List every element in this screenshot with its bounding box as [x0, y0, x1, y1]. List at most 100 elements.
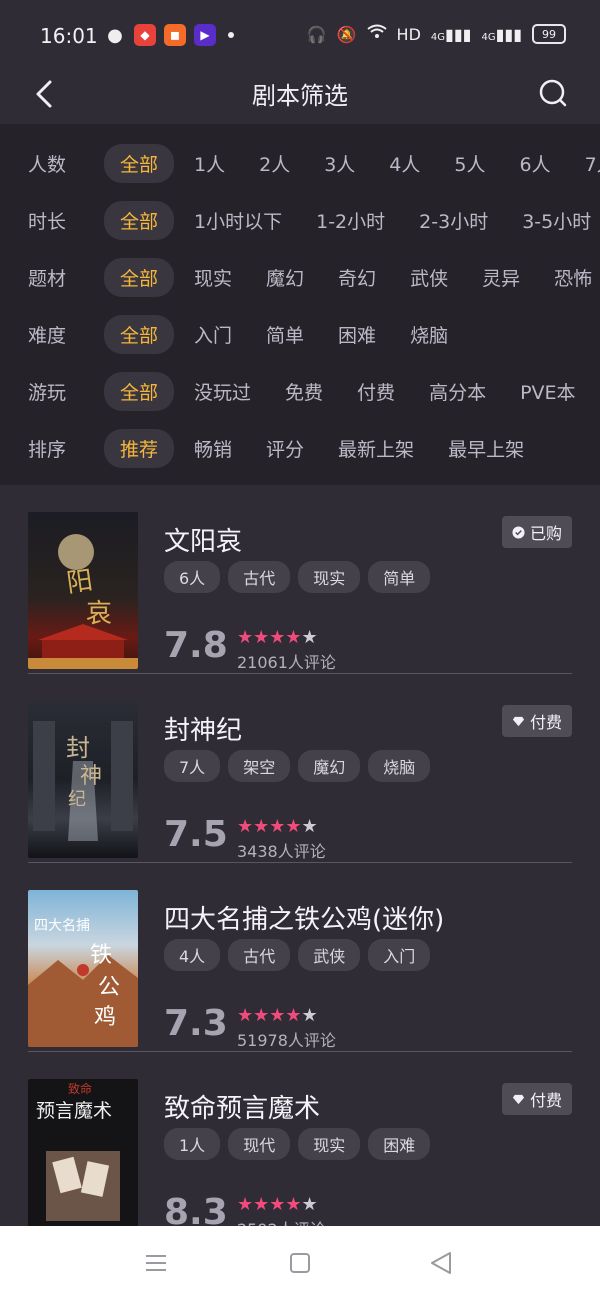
filter-option[interactable]: 高分本 — [415, 372, 500, 411]
triangle-back-icon — [431, 1252, 451, 1274]
svg-text:阳: 阳 — [65, 566, 95, 599]
notification-icons: ● ◆ ◼ ▶ — [104, 24, 234, 46]
filter-option[interactable]: 2-3小时 — [405, 201, 502, 240]
system-back-button[interactable] — [424, 1248, 460, 1278]
filter-option[interactable]: 全部 — [104, 372, 175, 411]
filter-option[interactable]: 全部 — [104, 315, 175, 354]
home-button[interactable] — [282, 1248, 318, 1278]
filter-option[interactable]: 入门 — [180, 315, 246, 354]
filter-option[interactable]: 3人 — [310, 144, 369, 183]
filter-option[interactable]: 7人 — [571, 144, 600, 183]
more-notifications-dot — [228, 32, 234, 38]
filter-option[interactable]: 4人 — [375, 144, 434, 183]
tag-list: 4人 古代 武侠 入门 — [164, 939, 431, 971]
filter-option[interactable]: 1-2小时 — [302, 201, 399, 240]
filter-options: 全部 1人 2人 3人 4人 5人 6人 7人 — [104, 144, 600, 183]
status-time: 16:01 — [40, 24, 98, 48]
diamond-icon — [512, 716, 525, 726]
filter-option[interactable]: 评分 — [252, 429, 318, 468]
star-rating: ★★★★★ — [237, 1005, 318, 1026]
cover-image: 四大名捕 铁 公 鸡 — [28, 890, 138, 1047]
filter-label: 游玩 — [28, 382, 67, 404]
filter-options: 全部 没玩过 免费 付费 高分本 PVE本 — [104, 372, 596, 411]
tag-list: 1人 现代 现实 困难 — [164, 1128, 431, 1160]
svg-text:预言魔术: 预言魔术 — [36, 1100, 112, 1122]
filter-option[interactable]: 简单 — [252, 315, 318, 354]
filter-option[interactable]: 2人 — [245, 144, 304, 183]
filter-option[interactable]: 武侠 — [396, 258, 462, 297]
app-icon-purple: ▶ — [194, 24, 216, 46]
review-count: 21061人评论 — [237, 653, 336, 672]
item-title: 致命预言魔术 — [164, 1094, 321, 1124]
filter-label: 人数 — [28, 154, 67, 176]
filter-option[interactable]: 全部 — [104, 144, 175, 183]
filter-panel: 人数 全部 1人 2人 3人 4人 5人 6人 7人 时长 全部 1小时以下 1… — [0, 124, 600, 485]
item-title: 四大名捕之铁公鸡(迷你) — [164, 905, 445, 935]
svg-text:致命: 致命 — [68, 1081, 92, 1096]
filter-option[interactable]: 魔幻 — [252, 258, 318, 297]
filter-option[interactable]: 全部 — [104, 258, 175, 297]
tag: 烧脑 — [368, 750, 431, 782]
filter-option[interactable]: 困难 — [324, 315, 390, 354]
filter-option[interactable]: 最新上架 — [324, 429, 428, 468]
score: 8.3 — [164, 1192, 228, 1226]
tag: 4人 — [164, 939, 221, 971]
filter-option[interactable]: 免费 — [271, 372, 337, 411]
filter-option[interactable]: 灵异 — [468, 258, 534, 297]
svg-text:公: 公 — [98, 975, 120, 1000]
filter-option[interactable]: 1人 — [180, 144, 239, 183]
filter-option[interactable]: 烧脑 — [396, 315, 462, 354]
paid-badge: 付费 — [501, 1083, 572, 1115]
header: 剧本筛选 — [0, 64, 600, 124]
score: 7.3 — [164, 1003, 228, 1044]
filter-options: 全部 1小时以下 1-2小时 2-3小时 3-5小时 — [104, 201, 600, 240]
wechat-icon: ● — [107, 24, 123, 46]
menu-button[interactable] — [138, 1248, 174, 1278]
page-title: 剧本筛选 — [252, 82, 348, 110]
tag: 困难 — [368, 1128, 431, 1160]
filter-option[interactable]: 现实 — [180, 258, 246, 297]
network-type: HD — [396, 24, 421, 44]
filter-option[interactable]: 全部 — [104, 201, 175, 240]
tag: 7人 — [164, 750, 221, 782]
search-button[interactable] — [536, 76, 570, 110]
filter-option[interactable]: 3-5小时 — [508, 201, 600, 240]
list-item[interactable]: 阳 哀 文阳哀 6人 古代 现实 简单 7.8 ★★★★★ 21061人评论 已… — [0, 485, 600, 674]
filter-option[interactable]: 最早上架 — [434, 429, 538, 468]
filter-option[interactable]: 畅销 — [180, 429, 246, 468]
cover-image: 封 神 纪 — [28, 701, 138, 858]
filter-label: 时长 — [28, 211, 67, 233]
app-icon-orange: ◼ — [164, 24, 186, 46]
filter-option[interactable]: 付费 — [343, 372, 409, 411]
app-icon-red: ◆ — [134, 24, 156, 46]
filter-option[interactable]: PVE本 — [506, 372, 589, 411]
battery-icon: 99 — [532, 24, 566, 44]
list-item[interactable]: 四大名捕 铁 公 鸡 四大名捕之铁公鸡(迷你) 4人 古代 武侠 入门 7.3 … — [0, 863, 600, 1052]
tag: 架空 — [228, 750, 291, 782]
review-count: 3438人评论 — [237, 842, 326, 861]
status-bar: 16:01 ● ◆ ◼ ▶ 🎧 🔕 HD 4G▮▮▮ 4G▮▮▮ 99 — [0, 0, 600, 64]
filter-option[interactable]: 奇幻 — [324, 258, 390, 297]
filter-option[interactable]: 6人 — [505, 144, 564, 183]
cover-art: 封 神 纪 — [33, 721, 133, 841]
filter-option[interactable]: 1小时以下 — [180, 201, 296, 240]
tag: 古代 — [228, 561, 291, 593]
filter-option[interactable]: 推荐 — [104, 429, 175, 468]
svg-text:鸡: 鸡 — [94, 1005, 116, 1030]
filter-option[interactable]: 恐怖 — [540, 258, 600, 297]
filter-option[interactable]: 5人 — [440, 144, 499, 183]
list-item[interactable]: 致命 预言魔术 致命预言魔术 1人 现代 现实 困难 8.3 ★★★★★ 259… — [0, 1052, 600, 1226]
tag: 魔幻 — [298, 750, 361, 782]
tag: 古代 — [228, 939, 291, 971]
menu-icon — [146, 1255, 166, 1271]
tag: 简单 — [368, 561, 431, 593]
cover-art: 四大名捕 铁 公 鸡 — [28, 918, 138, 1047]
headphones-icon: 🎧 — [306, 24, 327, 44]
tag-list: 7人 架空 魔幻 烧脑 — [164, 750, 431, 782]
list-item[interactable]: 封 神 纪 封神纪 7人 架空 魔幻 烧脑 7.5 ★★★★★ 3438人评论 … — [0, 674, 600, 863]
tag-list: 6人 古代 现实 简单 — [164, 561, 431, 593]
tag: 现实 — [298, 1128, 361, 1160]
filter-option[interactable]: 没玩过 — [180, 372, 265, 411]
filter-row-sort: 排序 推荐 畅销 评分 最新上架 最早上架 — [0, 429, 600, 469]
cover-art: 致命 预言魔术 — [36, 1081, 120, 1221]
